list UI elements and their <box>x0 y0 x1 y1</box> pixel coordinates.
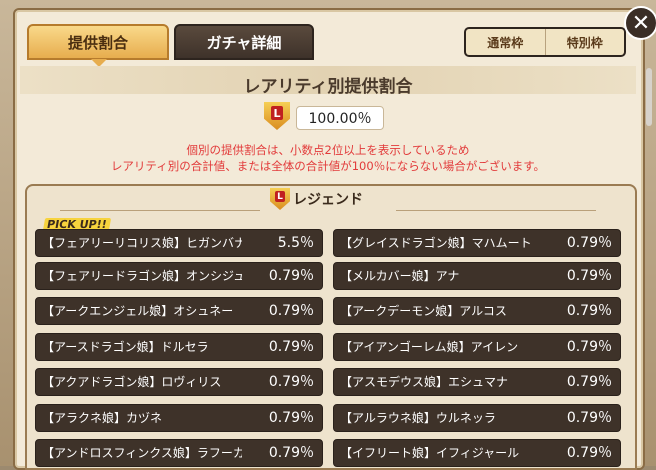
item-name: 【グレイスドラゴン娘】マハムート <box>340 236 532 250</box>
list-item[interactable]: 【アイアンゴーレム娘】アイレン 0.79％ <box>333 333 621 361</box>
divider <box>396 210 596 211</box>
list-title: レジェンド <box>293 192 363 208</box>
item-name: 【アスモデウス娘】エシュマナ <box>340 375 509 389</box>
divider <box>60 210 260 211</box>
item-name: 【フェアリーリコリス娘】ヒガンバナ <box>42 236 242 250</box>
item-name: 【アースドラゴン娘】ドルセラ <box>42 340 209 354</box>
list-item[interactable]: 【メルカバー娘】アナ 0.79％ <box>333 262 621 290</box>
item-rate: 0.79％ <box>566 235 612 251</box>
item-name: 【フェアリードラゴン娘】オンシジューム <box>42 269 242 283</box>
list-item[interactable]: 【アンドロスフィンクス娘】ラフーカ 0.79％ <box>35 439 323 467</box>
list-item[interactable]: 【フェアリーリコリス娘】ヒガンバナ 5.5％ <box>35 229 323 257</box>
total-rate: 100.00％ <box>296 106 384 130</box>
tab-provision-rate[interactable]: 提供割合 <box>27 24 169 67</box>
toggle-normal-slot[interactable]: 通常枠 <box>466 29 545 55</box>
list-item[interactable]: 【アークエンジェル娘】オシュネー 0.79％ <box>35 297 323 325</box>
note-line-2: レアリティ別の合計値、または全体の合計値が100％にならない場合がございます。 <box>110 159 546 173</box>
note-line-1: 個別の提供割合は、小数点2位以上を表示しているため <box>186 143 470 157</box>
item-name: 【アルラウネ娘】ウルネッラ <box>340 411 496 425</box>
item-rate: 0.79％ <box>566 268 612 284</box>
section-title: レアリティ別提供割合 <box>243 77 413 97</box>
legend-shield-icon: L <box>264 102 290 130</box>
list-item[interactable]: 【フェアリードラゴン娘】オンシジューム 0.79％ <box>35 262 323 290</box>
list-item[interactable]: 【アルラウネ娘】ウルネッラ 0.79％ <box>333 404 621 432</box>
item-name: 【アークデーモン娘】アルコス <box>340 304 507 318</box>
item-rate: 0.79％ <box>268 445 314 461</box>
item-rate: 5.5％ <box>277 235 314 251</box>
list-item[interactable]: 【アスモデウス娘】エシュマナ 0.79％ <box>333 368 621 396</box>
item-name: 【アラクネ娘】カヅネ <box>42 411 163 425</box>
item-name: 【イフリート娘】イフィジャール <box>340 446 520 460</box>
item-name: 【アークエンジェル娘】オシュネー <box>42 304 234 318</box>
list-item[interactable]: 【アラクネ娘】カヅネ 0.79％ <box>35 404 323 432</box>
item-rate: 0.79％ <box>566 374 612 390</box>
close-icon: ✕ <box>631 10 651 36</box>
item-name: 【アイアンゴーレム娘】アイレン <box>340 340 519 354</box>
item-rate: 0.79％ <box>268 268 314 284</box>
scrollbar[interactable] <box>646 68 652 126</box>
list-item[interactable]: 【グレイスドラゴン娘】マハムート 0.79％ <box>333 229 621 257</box>
list-item[interactable]: 【アークデーモン娘】アルコス 0.79％ <box>333 297 621 325</box>
list-item[interactable]: 【イフリート娘】イフィジャール 0.79％ <box>333 439 621 467</box>
toggle-special-slot[interactable]: 特別枠 <box>544 29 624 55</box>
item-name: 【メルカバー娘】アナ <box>340 269 460 283</box>
list-item[interactable]: 【アースドラゴン娘】ドルセラ 0.79％ <box>35 333 323 361</box>
slot-toggle: 通常枠 特別枠 <box>464 27 626 57</box>
list-item[interactable]: 【アクアドラゴン娘】ロヴィリス 0.79％ <box>35 368 323 396</box>
item-rate: 0.79％ <box>566 339 612 355</box>
close-button[interactable]: ✕ <box>624 6 656 40</box>
item-name: 【アクアドラゴン娘】ロヴィリス <box>42 375 222 389</box>
item-rate: 0.79％ <box>566 410 612 426</box>
item-rate: 0.79％ <box>268 374 314 390</box>
item-rate: 0.79％ <box>566 445 612 461</box>
item-rate: 0.79％ <box>268 339 314 355</box>
item-rate: 0.79％ <box>566 303 612 319</box>
item-name: 【アンドロスフィンクス娘】ラフーカ <box>42 446 242 460</box>
item-rate: 0.79％ <box>268 303 314 319</box>
item-rate: 0.79％ <box>268 410 314 426</box>
tab-gacha-details[interactable]: ガチャ詳細 <box>174 24 314 60</box>
